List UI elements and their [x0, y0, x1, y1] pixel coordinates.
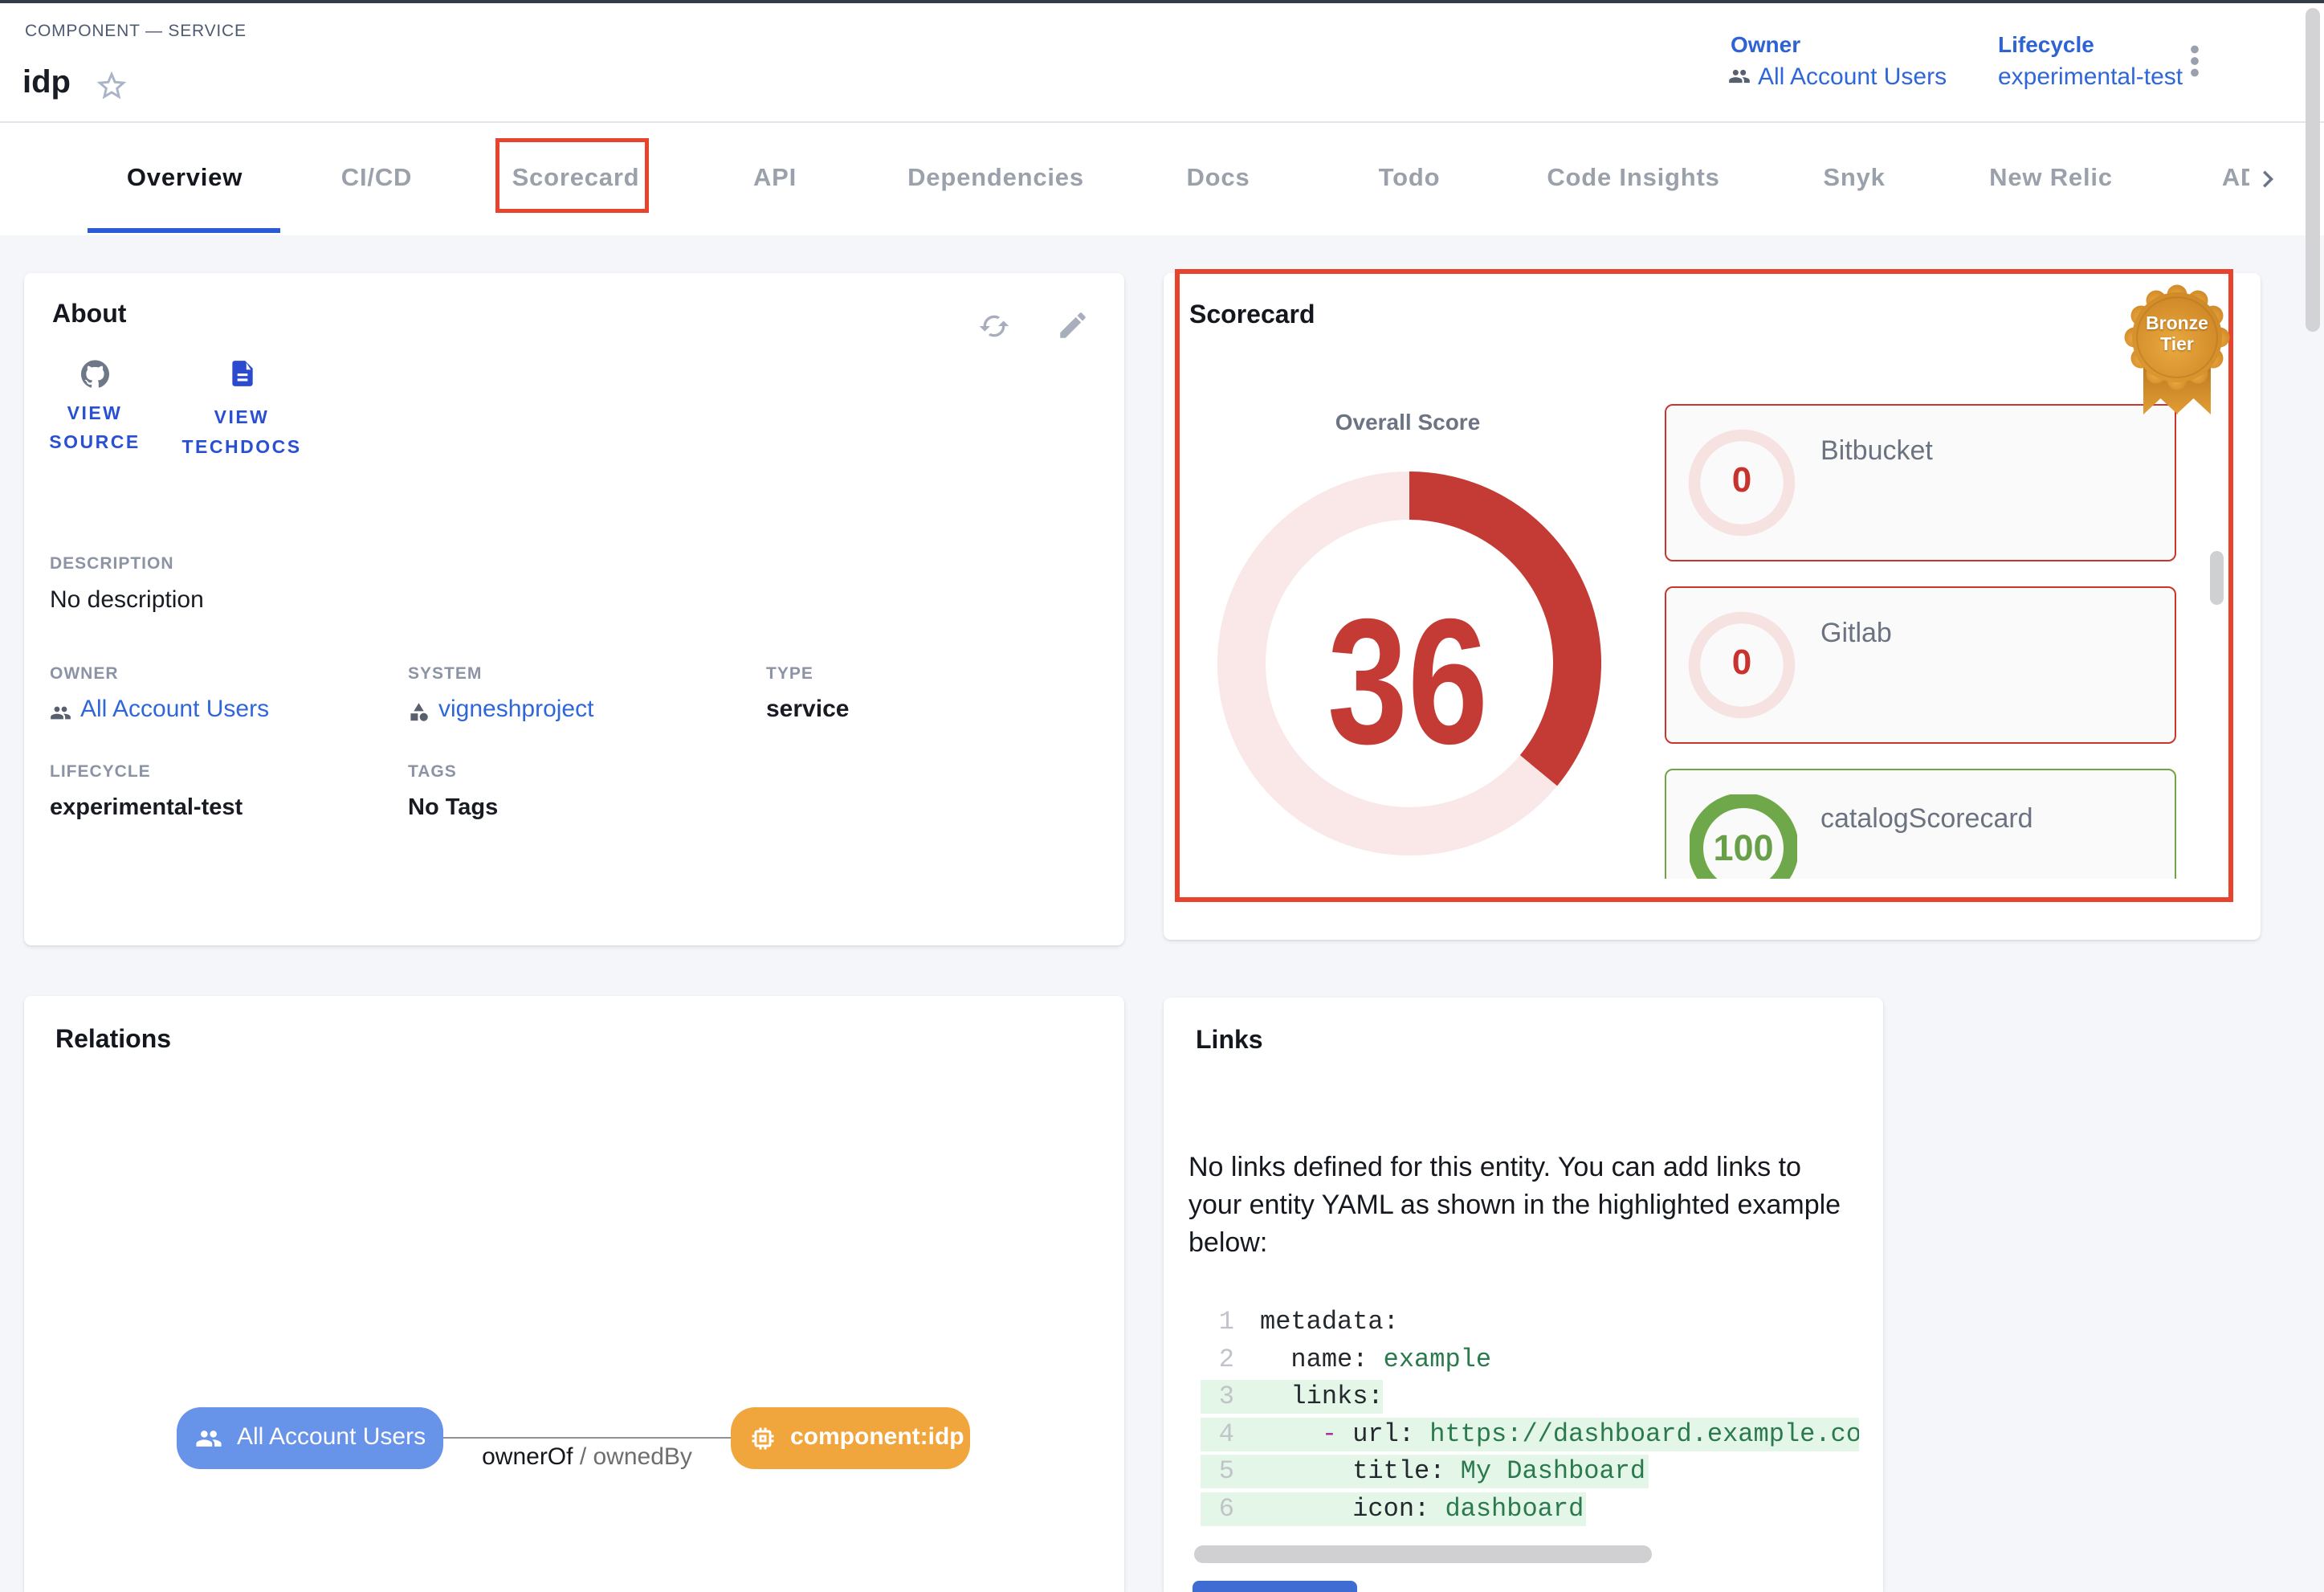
svg-text:Tier: Tier	[2160, 333, 2194, 354]
svg-text:Bronze: Bronze	[2146, 312, 2208, 333]
